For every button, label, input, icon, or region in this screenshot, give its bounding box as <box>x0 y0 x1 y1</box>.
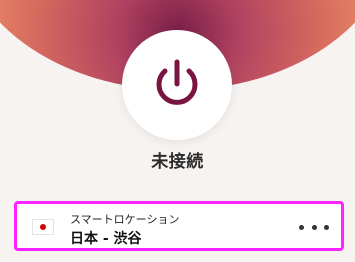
vpn-app: 未接続 スマートロケーション 日本 - 渋谷 <box>0 0 355 262</box>
location-name: 日本 - 渋谷 <box>70 231 142 247</box>
location-selector[interactable]: スマートロケーション 日本 - 渋谷 <box>14 201 344 251</box>
more-options-button[interactable] <box>299 218 329 236</box>
more-dot-icon <box>324 224 329 230</box>
connection-status: 未接続 <box>151 152 204 172</box>
more-dot-icon <box>311 224 317 230</box>
flag-sun-mark <box>40 224 46 230</box>
connect-power-button[interactable] <box>122 30 232 140</box>
power-icon <box>156 59 198 105</box>
japan-flag-icon <box>32 219 54 235</box>
location-type-label: スマートロケーション <box>70 213 180 226</box>
more-dot-icon <box>299 224 304 230</box>
